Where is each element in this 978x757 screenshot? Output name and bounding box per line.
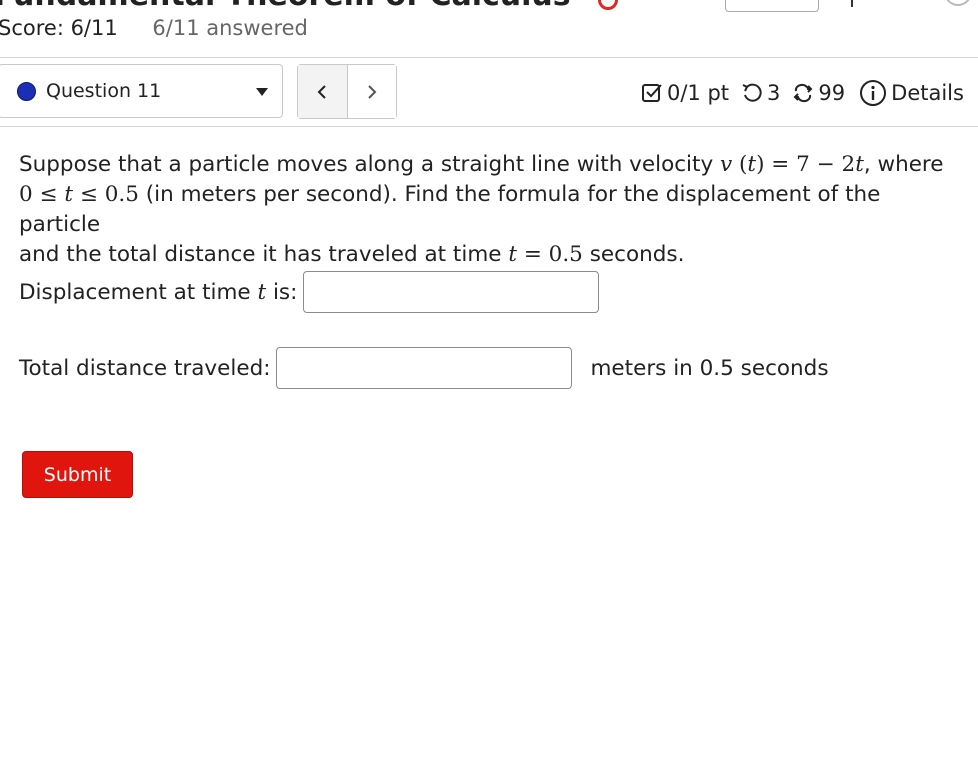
- retry-icon: [792, 82, 814, 104]
- displacement-row: Displacement at time t is:: [19, 271, 600, 313]
- question-text-part: seconds.: [582, 242, 685, 267]
- displacement-label: Displacement at time t is:: [19, 279, 298, 305]
- distance-label: Total distance traveled:: [19, 355, 271, 381]
- question-status-dot: [17, 81, 36, 101]
- math-interval: 0 ≤ t ≤ 0.5: [19, 182, 139, 207]
- details-link[interactable]: Details: [891, 81, 964, 105]
- previous-question-button[interactable]: [298, 65, 348, 118]
- score-row: Score: 6/11 6/11 answered: [0, 16, 308, 40]
- question-text: Suppose that a particle moves along a st…: [19, 152, 944, 267]
- caret-down-icon: [256, 88, 268, 96]
- math-velocity: v: [720, 152, 733, 177]
- assignment-title: Fundamental Theorem of Calculus: [0, 0, 571, 13]
- question-select-label: Question 11: [46, 80, 162, 102]
- distance-units: meters in 0.5 seconds: [590, 355, 829, 381]
- undo-icon: [741, 82, 763, 104]
- question-select[interactable]: Question 11: [0, 64, 283, 118]
- header-box[interactable]: [725, 0, 819, 12]
- chevron-right-icon: [368, 84, 377, 99]
- submit-button[interactable]: Submit: [22, 451, 133, 498]
- header-circle-button[interactable]: [944, 0, 972, 6]
- displacement-input[interactable]: [303, 271, 600, 313]
- question-meta: 0/1 pt 3 99 Details: [641, 78, 964, 108]
- divider: [0, 57, 978, 58]
- distance-input[interactable]: [276, 347, 573, 389]
- question-text-part: and the total distance it has traveled a…: [19, 242, 509, 267]
- question-text-part: (in meters per second). Find the formula…: [19, 182, 881, 237]
- points-text: 0/1 pt: [667, 81, 730, 105]
- score-text: Score: 6/11: [0, 16, 118, 40]
- checkbox-icon: [641, 82, 663, 104]
- retries-count: 99: [818, 81, 846, 105]
- question-text-part: Suppose that a particle moves along a st…: [19, 152, 721, 177]
- distance-row: Total distance traveled: meters in 0.5 s…: [19, 347, 829, 389]
- header-divider: [851, 0, 853, 7]
- chevron-left-icon: [317, 84, 326, 99]
- math-time: t = 0.5: [508, 242, 583, 267]
- question-text-part: , where: [863, 152, 944, 177]
- question-nav: [297, 64, 397, 119]
- answered-count: 6/11 answered: [152, 16, 308, 40]
- info-icon[interactable]: [859, 79, 887, 107]
- divider: [0, 126, 978, 127]
- next-question-button[interactable]: [347, 65, 396, 118]
- attempts-count: 3: [767, 81, 781, 105]
- progress-indicator: [598, 0, 618, 10]
